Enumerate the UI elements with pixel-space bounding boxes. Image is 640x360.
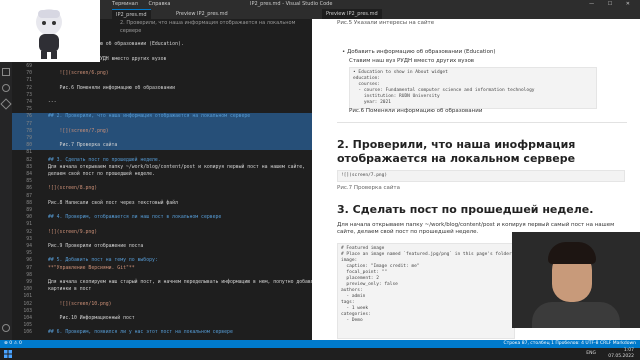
preview-sub: Ставим наш вуз РУДН вместо других вузов — [349, 58, 475, 64]
source-control-icon[interactable] — [0, 98, 12, 110]
code-text[interactable]: ## 6. Проверим, появился ли у нас этот п… — [48, 329, 233, 337]
preview-caption-6: Рис.6 Поменяли информацию об образовании — [349, 108, 483, 114]
status-bar: ⊗ 0 ⚠ 0 Строка 87, столбец 1 Пробелов: 4… — [0, 340, 640, 348]
preview-code-education: • Education to show in About widget educ… — [349, 67, 597, 109]
activity-bar — [0, 62, 12, 340]
search-icon[interactable] — [2, 84, 10, 92]
clock-date: 07.05.2022 — [608, 354, 634, 359]
language-indicator[interactable]: ENG — [586, 348, 596, 360]
clock[interactable]: 1:07 07.05.2022 — [608, 348, 634, 360]
person-shirt — [532, 302, 620, 328]
preview-code-screen7: ![](screen/7.png) — [337, 170, 625, 182]
preview-code-frontmatter: # Featured image # Place an image named … — [337, 243, 515, 339]
problems-indicator[interactable]: ⊗ 0 ⚠ 0 — [4, 340, 22, 348]
breadcrumb[interactable]: 2. Проверили, что наша информация отобра… — [120, 19, 310, 34]
cursor-position[interactable]: Строка 87, столбец 1 Пробелов: 4 UTF-8 C… — [503, 340, 636, 348]
avatar-figure — [36, 9, 62, 59]
tab-preview-ip2[interactable]: Preview IP2_pres.md — [322, 9, 382, 19]
webcam-overlay-left — [0, 0, 100, 62]
code-area[interactable]: 64айте6566Добавить информацию об образов… — [12, 27, 312, 340]
window-controls[interactable]: — ☐ ✕ — [589, 0, 636, 9]
tab-preview[interactable]: Preview IP2_pres.md — [172, 9, 232, 19]
preview-heading-3: 3. Сделать пост по прошедшей неделе. — [337, 203, 594, 216]
menu-item-terminal[interactable]: Терминал — [112, 1, 138, 7]
preview-caption-7: Рис.7 Проверка сайта — [337, 185, 401, 191]
menu-bar: Терминал Справка — [112, 0, 179, 9]
preview-tabs: Preview IP2_pres.md — [312, 9, 640, 19]
preview-bullet-text: Добавить информацию об образовании (Educ… — [347, 49, 496, 55]
taskbar: ENG 1:07 07.05.2022 — [0, 348, 640, 360]
person-hair — [548, 242, 596, 264]
explorer-icon[interactable] — [2, 68, 10, 76]
webcam-overlay-right — [512, 232, 640, 328]
menu-item-help[interactable]: Справка — [148, 1, 170, 7]
gear-icon[interactable] — [2, 324, 10, 332]
preview-bullet: • Добавить информацию об образовании (Ed… — [342, 49, 496, 55]
preview-heading-2: 2. Проверили, что наша инофрмация отобра… — [337, 138, 576, 165]
preview-caption-5: Рис.5 Указали интересы на сайте — [337, 20, 435, 26]
code-line[interactable]: 106 ## 6. Проверим, появился ли у нас это… — [12, 329, 312, 337]
windows-start-icon[interactable] — [4, 350, 12, 358]
divider — [337, 122, 627, 123]
window-title: IP2_pres.md - Visual Studio Code — [250, 1, 333, 7]
line-number: 106 — [23, 330, 32, 336]
